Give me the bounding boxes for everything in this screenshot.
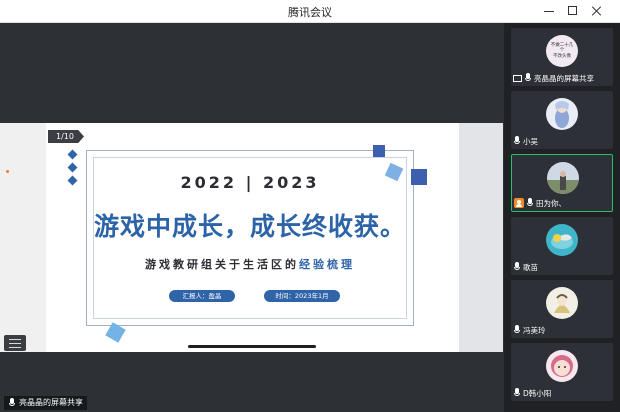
close-button[interactable] <box>588 2 606 20</box>
page-number-badge: 1/10 <box>48 130 84 143</box>
mic-icon <box>8 398 16 408</box>
time-pill: 时间：2023年1月 <box>264 290 340 302</box>
participant-nameplate: D韩小阳 <box>513 387 551 399</box>
avatar <box>546 98 578 130</box>
shared-screen-area: 1/10 2022 | 2023 游戏中成长，成长终收获。 游戏教研组关于生活区… <box>0 23 504 412</box>
participant-tile[interactable]: 冯美玲 <box>511 280 613 338</box>
participant-nameplate: 小吴 <box>513 135 538 147</box>
avatar <box>546 224 578 256</box>
participant-tile[interactable]: 不做二十几 个 不改头像 亮晶晶的屏幕共享 <box>511 28 613 86</box>
avatar <box>546 350 578 382</box>
participant-tile[interactable]: D韩小阳 <box>511 343 613 401</box>
diamond-decoration-icon <box>67 175 78 186</box>
participant-name: 歌苗 <box>523 262 538 272</box>
subtitle-highlight: 经验梳理 <box>299 258 355 271</box>
slide-scroll-handle[interactable] <box>188 345 316 348</box>
mic-icon <box>513 388 521 398</box>
participant-name: D韩小阳 <box>523 388 552 398</box>
minimize-icon <box>544 11 554 12</box>
slide-year: 2022 | 2023 <box>180 173 320 192</box>
avatar <box>547 162 579 194</box>
mic-icon <box>513 325 521 335</box>
avatar <box>546 287 578 319</box>
participant-nameplate: 田为你、 <box>514 197 566 209</box>
close-icon <box>588 2 606 20</box>
avatar: 不做二十几 个 不改头像 <box>546 35 578 67</box>
square-decoration-icon <box>373 145 385 157</box>
participant-list-button[interactable] <box>4 335 26 351</box>
camera-icon <box>514 198 524 208</box>
presentation-slide: 1/10 2022 | 2023 游戏中成长，成长终收获。 游戏教研组关于生活区… <box>46 123 459 352</box>
slide-subtitle: 游戏教研组关于生活区的经验梳理 <box>86 256 414 272</box>
participant-name: 小吴 <box>523 136 538 146</box>
maximize-button[interactable] <box>564 2 582 20</box>
participant-tile-speaking[interactable]: 田为你、 <box>511 154 613 212</box>
participant-tile[interactable]: 歌苗 <box>511 217 613 275</box>
screen-share-icon <box>513 74 522 82</box>
subtitle-main: 游戏教研组关于生活区的 <box>145 258 299 271</box>
share-status-bar: 亮晶晶的屏幕共享 <box>4 396 87 410</box>
slide-headline: 游戏中成长，成长终收获。 <box>93 212 406 241</box>
reporter-pill: 汇报人：盈晶 <box>169 290 235 302</box>
participant-name: 田为你、 <box>536 198 566 208</box>
participant-name: 亮晶晶的屏幕共享 <box>534 73 594 83</box>
mic-icon <box>524 73 532 83</box>
title-bar: 腾讯会议 <box>0 0 620 23</box>
indicator-dot <box>6 170 9 173</box>
list-icon <box>9 339 21 340</box>
right-panel <box>459 123 503 352</box>
mic-icon <box>513 262 521 272</box>
minimize-button[interactable] <box>540 2 558 20</box>
mic-icon <box>513 136 521 146</box>
left-panel <box>0 123 46 352</box>
window-title: 腾讯会议 <box>288 6 332 19</box>
participant-tile[interactable]: 小吴 <box>511 91 613 149</box>
participant-name: 冯美玲 <box>523 325 546 335</box>
mic-icon <box>526 198 534 208</box>
participant-sidebar: 不做二十几 个 不改头像 亮晶晶的屏幕共享 小吴 田为你、 歌苗 冯美玲 D韩小… <box>504 23 620 412</box>
participant-nameplate: 亮晶晶的屏幕共享 <box>513 72 594 84</box>
maximize-icon <box>568 6 577 15</box>
participant-nameplate: 冯美玲 <box>513 324 546 336</box>
diamond-decoration-icon <box>67 162 78 173</box>
participant-nameplate: 歌苗 <box>513 261 538 273</box>
share-status-text: 亮晶晶的屏幕共享 <box>19 398 83 407</box>
diamond-decoration-icon <box>67 149 78 160</box>
